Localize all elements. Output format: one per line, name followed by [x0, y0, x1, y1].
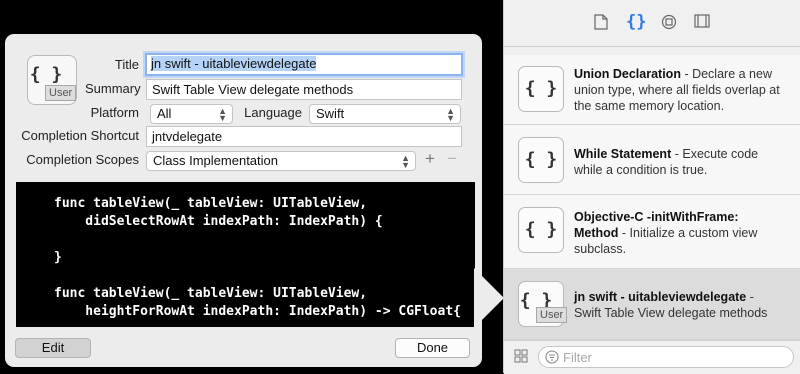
- completion-shortcut-field[interactable]: jntvdelegate: [146, 126, 462, 147]
- code-editor[interactable]: func tableView(_ tableView: UITableView,…: [16, 182, 475, 327]
- down-chevron-icon: ▼: [401, 160, 410, 170]
- platform-popup[interactable]: All ▲ ▼: [150, 104, 233, 124]
- braces-icon: { }: [524, 219, 558, 240]
- down-chevron-icon: ▼: [218, 113, 227, 123]
- completion-shortcut-label: Completion Shortcut: [21, 128, 139, 143]
- summary-field[interactable]: Swift Table View delegate methods: [146, 79, 462, 100]
- braces-icon: { }: [29, 64, 63, 85]
- edit-button[interactable]: Edit: [15, 338, 91, 358]
- braces-icon: { }: [524, 149, 558, 170]
- user-badge: User: [45, 85, 77, 101]
- snippet-editor-popover: { } User Title jn swift - uitableviewdel…: [5, 34, 482, 367]
- grid-view-icon[interactable]: [514, 349, 528, 366]
- user-badge: User: [536, 307, 568, 323]
- object-library-icon[interactable]: [661, 14, 677, 35]
- snippet-icon: { } User: [27, 55, 77, 105]
- filter-placeholder: Filter: [563, 350, 592, 365]
- library-item[interactable]: { } While Statement - Execute code while…: [504, 125, 800, 195]
- library-item-selected[interactable]: { } User jn swift - uitableviewdelegate …: [504, 269, 800, 340]
- remove-scope-button[interactable]: −: [447, 150, 457, 168]
- code-snippet-icon[interactable]: {}: [626, 12, 646, 32]
- library-item-text: While Statement - Execute code while a c…: [574, 146, 784, 178]
- code-text: func tableView(_ tableView: UITableView,…: [54, 196, 461, 319]
- snippet-icon: { }: [518, 137, 564, 183]
- done-button[interactable]: Done: [395, 338, 470, 358]
- completion-scopes-label: Completion Scopes: [26, 152, 139, 167]
- library-toolbar: {}: [504, 0, 800, 47]
- library-item-title: Union Declaration: [574, 67, 681, 81]
- down-chevron-icon: ▼: [446, 113, 455, 123]
- library-item[interactable]: { } Union Declaration - Declare a new un…: [504, 55, 800, 125]
- library-item-text: Objective-C -initWithFrame: Method - Ini…: [574, 209, 784, 257]
- braces-icon: { }: [524, 78, 558, 99]
- snippet-icon: { }: [518, 207, 564, 253]
- completion-scopes-popup[interactable]: Class Implementation ▲ ▼: [146, 151, 416, 171]
- snippet-icon: { } User: [518, 281, 568, 327]
- file-template-icon[interactable]: [594, 14, 608, 35]
- library-footer: Filter: [504, 340, 800, 374]
- library-item-title: While Statement: [574, 147, 672, 161]
- platform-label: Platform: [90, 105, 139, 120]
- filter-field[interactable]: Filter: [538, 346, 794, 368]
- library-item-text: Union Declaration - Declare a new union …: [574, 66, 784, 114]
- language-popup[interactable]: Swift ▲ ▼: [309, 104, 461, 124]
- summary-label: Summary: [85, 81, 141, 96]
- title-label: Title: [114, 57, 139, 72]
- library-item[interactable]: { } Objective-C -initWithFrame: Method -…: [504, 195, 800, 269]
- snippet-icon: { }: [518, 66, 564, 112]
- library-item-text: jn swift - uitableviewdelegate - Swift T…: [574, 289, 784, 321]
- media-library-icon[interactable]: [694, 14, 710, 33]
- library-item-title: jn swift - uitableviewdelegate: [574, 290, 747, 304]
- language-label: Language: [244, 105, 302, 120]
- popover-arrow: [474, 268, 504, 328]
- filter-icon: [545, 350, 559, 367]
- title-field[interactable]: jn swift - uitableviewdelegate: [145, 53, 463, 76]
- add-scope-button[interactable]: +: [425, 150, 435, 168]
- library-panel: {} { } Union Declaration - Declare a new…: [503, 0, 800, 374]
